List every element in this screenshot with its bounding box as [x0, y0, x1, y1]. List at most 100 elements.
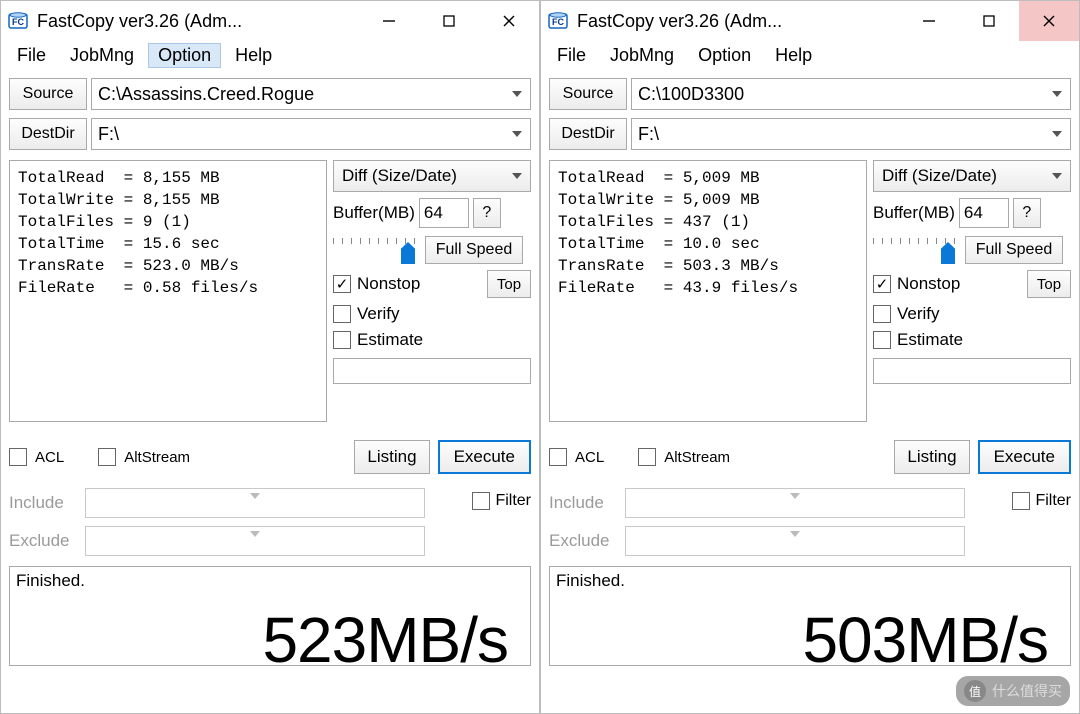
mini-status [873, 358, 1071, 384]
menubar: File JobMng Option Help [541, 41, 1079, 74]
minimize-button[interactable] [899, 1, 959, 41]
buffer-input[interactable]: 64 [959, 198, 1009, 228]
status-text: Finished. [16, 571, 85, 590]
menu-help[interactable]: Help [765, 43, 822, 68]
source-button[interactable]: Source [9, 78, 87, 110]
execute-button[interactable]: Execute [438, 440, 531, 474]
buffer-help-button[interactable]: ? [1013, 198, 1041, 228]
destdir-combo[interactable]: F:\ [91, 118, 531, 150]
copy-mode-dropdown[interactable]: Diff (Size/Date) [873, 160, 1071, 192]
filter-label: Filter [495, 492, 531, 510]
exclude-combo[interactable] [85, 526, 425, 556]
nonstop-label: Nonstop [357, 274, 420, 294]
altstream-checkbox[interactable] [98, 448, 116, 466]
speed-slider[interactable] [873, 236, 959, 264]
menu-option[interactable]: Option [688, 43, 761, 68]
destdir-button[interactable]: DestDir [549, 118, 627, 150]
titlebar[interactable]: FC FastCopy ver3.26 (Adm... [1, 1, 539, 41]
filter-label: Filter [1035, 492, 1071, 510]
altstream-label: AltStream [124, 449, 190, 466]
speed-slider[interactable] [333, 236, 419, 264]
copy-mode-dropdown[interactable]: Diff (Size/Date) [333, 160, 531, 192]
source-button[interactable]: Source [549, 78, 627, 110]
fastcopy-window: FC FastCopy ver3.26 (Adm... File JobMng … [540, 0, 1080, 714]
listing-button[interactable]: Listing [894, 440, 969, 474]
filter-checkbox[interactable] [472, 492, 490, 510]
verify-label: Verify [897, 304, 940, 324]
titlebar[interactable]: FC FastCopy ver3.26 (Adm... [541, 1, 1079, 41]
stats-display: TotalRead = 8,155 MB TotalWrite = 8,155 … [9, 160, 327, 422]
altstream-checkbox[interactable] [638, 448, 656, 466]
chevron-down-icon [510, 87, 524, 101]
destdir-value: F:\ [638, 124, 659, 145]
minimize-button[interactable] [359, 1, 419, 41]
menu-file[interactable]: File [547, 43, 596, 68]
include-combo[interactable] [625, 488, 965, 518]
menu-file[interactable]: File [7, 43, 56, 68]
menu-jobmng[interactable]: JobMng [60, 43, 144, 68]
copy-mode-value: Diff (Size/Date) [342, 166, 457, 186]
source-combo[interactable]: C:\Assassins.Creed.Rogue [91, 78, 531, 110]
copy-mode-value: Diff (Size/Date) [882, 166, 997, 186]
acl-label: ACL [35, 449, 64, 466]
chevron-down-icon [1050, 127, 1064, 141]
mini-status [333, 358, 531, 384]
estimate-label: Estimate [897, 330, 963, 350]
menubar: File JobMng Option Help [1, 41, 539, 74]
estimate-checkbox[interactable] [333, 331, 351, 349]
estimate-checkbox[interactable] [873, 331, 891, 349]
slider-thumb-icon[interactable] [941, 242, 955, 264]
chevron-down-icon [626, 531, 964, 537]
chevron-down-icon [626, 493, 964, 499]
chevron-down-icon [510, 127, 524, 141]
estimate-label: Estimate [357, 330, 423, 350]
acl-checkbox[interactable] [549, 448, 567, 466]
menu-option[interactable]: Option [148, 43, 221, 68]
include-label: Include [9, 493, 79, 513]
source-value: C:\Assassins.Creed.Rogue [98, 84, 314, 105]
destdir-button[interactable]: DestDir [9, 118, 87, 150]
execute-button[interactable]: Execute [978, 440, 1071, 474]
exclude-combo[interactable] [625, 526, 965, 556]
nonstop-checkbox[interactable] [333, 275, 351, 293]
top-button[interactable]: Top [1027, 270, 1071, 298]
top-button[interactable]: Top [487, 270, 531, 298]
fastcopy-window: FC FastCopy ver3.26 (Adm... File JobMng … [0, 0, 540, 714]
buffer-label: Buffer(MB) [873, 203, 955, 223]
source-value: C:\100D3300 [638, 84, 744, 105]
watermark: 值 什么值得买 [956, 676, 1070, 706]
destdir-combo[interactable]: F:\ [631, 118, 1071, 150]
nonstop-checkbox[interactable] [873, 275, 891, 293]
exclude-label: Exclude [9, 531, 79, 551]
speed-label: Full Speed [965, 236, 1063, 264]
chevron-down-icon [86, 493, 424, 499]
window-title: FastCopy ver3.26 (Adm... [577, 11, 782, 32]
include-label: Include [549, 493, 619, 513]
svg-text:FC: FC [12, 17, 24, 27]
include-combo[interactable] [85, 488, 425, 518]
source-combo[interactable]: C:\100D3300 [631, 78, 1071, 110]
big-speed-overlay: 503MB/s [802, 603, 1048, 677]
close-button[interactable] [479, 1, 539, 41]
buffer-input[interactable]: 64 [419, 198, 469, 228]
filter-checkbox[interactable] [1012, 492, 1030, 510]
close-button[interactable] [1019, 1, 1079, 41]
buffer-help-button[interactable]: ? [473, 198, 501, 228]
acl-label: ACL [575, 449, 604, 466]
listing-button[interactable]: Listing [354, 440, 429, 474]
verify-checkbox[interactable] [333, 305, 351, 323]
nonstop-label: Nonstop [897, 274, 960, 294]
stats-display: TotalRead = 5,009 MB TotalWrite = 5,009 … [549, 160, 867, 422]
menu-jobmng[interactable]: JobMng [600, 43, 684, 68]
menu-help[interactable]: Help [225, 43, 282, 68]
maximize-button[interactable] [419, 1, 479, 41]
chevron-down-icon [86, 531, 424, 537]
app-icon: FC [7, 10, 29, 32]
maximize-button[interactable] [959, 1, 1019, 41]
altstream-label: AltStream [664, 449, 730, 466]
verify-checkbox[interactable] [873, 305, 891, 323]
big-speed-overlay: 523MB/s [262, 603, 508, 677]
slider-thumb-icon[interactable] [401, 242, 415, 264]
acl-checkbox[interactable] [9, 448, 27, 466]
status-text: Finished. [556, 571, 625, 590]
